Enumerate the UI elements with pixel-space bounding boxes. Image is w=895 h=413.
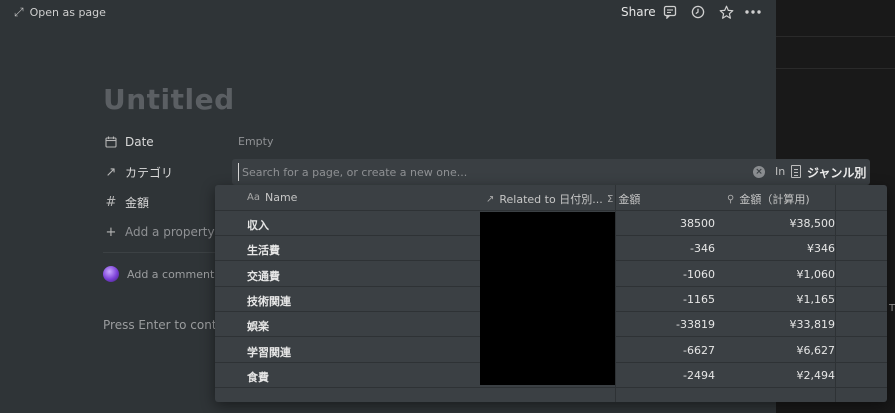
column-header-name[interactable]: Aa Name xyxy=(247,191,297,204)
background-divider xyxy=(776,36,895,37)
relation-arrow-icon: ↗ xyxy=(486,193,495,205)
avatar xyxy=(103,266,119,282)
property-date[interactable]: Date xyxy=(103,131,154,153)
column-header-calc[interactable]: ⚲ 金額（計算用) xyxy=(727,191,810,207)
column-header-amount-label: 金額 xyxy=(618,193,641,206)
search-input[interactable] xyxy=(238,163,738,181)
row-name: 交通費 xyxy=(247,270,280,283)
row-name: 学習関連 xyxy=(247,346,291,359)
row-amount: -346 xyxy=(690,242,715,255)
star-icon[interactable] xyxy=(717,3,735,21)
property-value-date[interactable]: Empty xyxy=(238,135,273,148)
column-header-related-label: Related to 日付別... xyxy=(499,193,603,206)
row-amount: -2494 xyxy=(683,369,715,382)
row-calc: ¥33,819 xyxy=(789,318,836,331)
plus-icon: + xyxy=(105,224,117,240)
database-name[interactable]: ジャンル別 xyxy=(807,164,866,181)
sigma-icon: Σ xyxy=(607,193,614,205)
in-label: In xyxy=(775,165,786,178)
open-as-page-label: Open as page xyxy=(29,6,106,19)
row-amount: -6627 xyxy=(683,344,715,357)
add-comment-row[interactable]: Add a comment... xyxy=(103,266,225,282)
row-name: 収入 xyxy=(247,219,269,232)
row-amount: -1165 xyxy=(683,293,715,306)
row-calc: ¥1,165 xyxy=(796,293,836,306)
property-label-category: カテゴリ xyxy=(125,165,174,180)
add-comment-label: Add a comment... xyxy=(127,267,225,281)
expand-arrow-icon: ⤢ xyxy=(14,5,24,19)
page-icon xyxy=(791,165,801,178)
relation-arrow-icon: ↗ xyxy=(105,164,117,180)
calendar-icon xyxy=(103,136,119,148)
more-icon[interactable] xyxy=(744,3,762,21)
property-label-date: Date xyxy=(125,135,154,149)
add-property-button[interactable]: + Add a property xyxy=(103,221,215,243)
search-formula-icon: ⚲ xyxy=(727,193,735,205)
property-amount[interactable]: # 金額 xyxy=(103,191,149,213)
row-name: 食費 xyxy=(247,371,269,384)
table-header: Aa Name ↗ Related to 日付別... Σ 金額 ⚲ 金額（計算… xyxy=(215,185,887,211)
number-hash-icon: # xyxy=(105,194,117,210)
background-divider xyxy=(776,68,895,69)
clear-search-icon[interactable]: × xyxy=(753,166,765,178)
column-header-name-label: Name xyxy=(264,191,298,204)
column-header-calc-label: 金額（計算用) xyxy=(739,193,810,206)
redacted-block xyxy=(480,212,615,385)
row-calc: ¥38,500 xyxy=(789,217,836,230)
column-header-related[interactable]: ↗ Related to 日付別... xyxy=(486,191,603,207)
divider xyxy=(103,252,215,253)
topbar: ⤢ Open as page Share xyxy=(0,0,776,26)
page-title[interactable]: Untitled xyxy=(103,83,235,116)
row-name: 技術関連 xyxy=(247,295,291,308)
open-as-page-link[interactable]: ⤢ Open as page xyxy=(14,5,106,20)
press-enter-hint: Press Enter to continue with an empty pa… xyxy=(103,318,215,332)
row-name: 生活費 xyxy=(247,244,280,257)
search-results-table: Aa Name ↗ Related to 日付別... Σ 金額 ⚲ 金額（計算… xyxy=(215,185,887,402)
property-label-amount: 金額 xyxy=(125,195,150,210)
row-calc: ¥346 xyxy=(807,242,835,255)
text-property-icon: Aa xyxy=(247,192,260,203)
row-calc: ¥1,060 xyxy=(796,268,836,281)
share-button[interactable]: Share xyxy=(621,5,656,19)
row-amount: -1060 xyxy=(683,268,715,281)
row-name: 娯楽 xyxy=(247,320,269,333)
relation-search-bar: × In ジャンル別 xyxy=(232,159,870,185)
row-calc: ¥2,494 xyxy=(796,369,836,382)
add-property-label: Add a property xyxy=(125,225,215,239)
row-calc: ¥6,627 xyxy=(796,344,836,357)
row-amount: -33819 xyxy=(676,318,715,331)
clock-icon[interactable] xyxy=(689,3,707,21)
row-amount: 38500 xyxy=(680,217,715,230)
background-text: T xyxy=(889,303,895,314)
column-header-amount[interactable]: Σ 金額 xyxy=(607,191,640,207)
property-category[interactable]: ↗ カテゴリ xyxy=(103,161,173,183)
comment-icon[interactable] xyxy=(661,3,679,21)
